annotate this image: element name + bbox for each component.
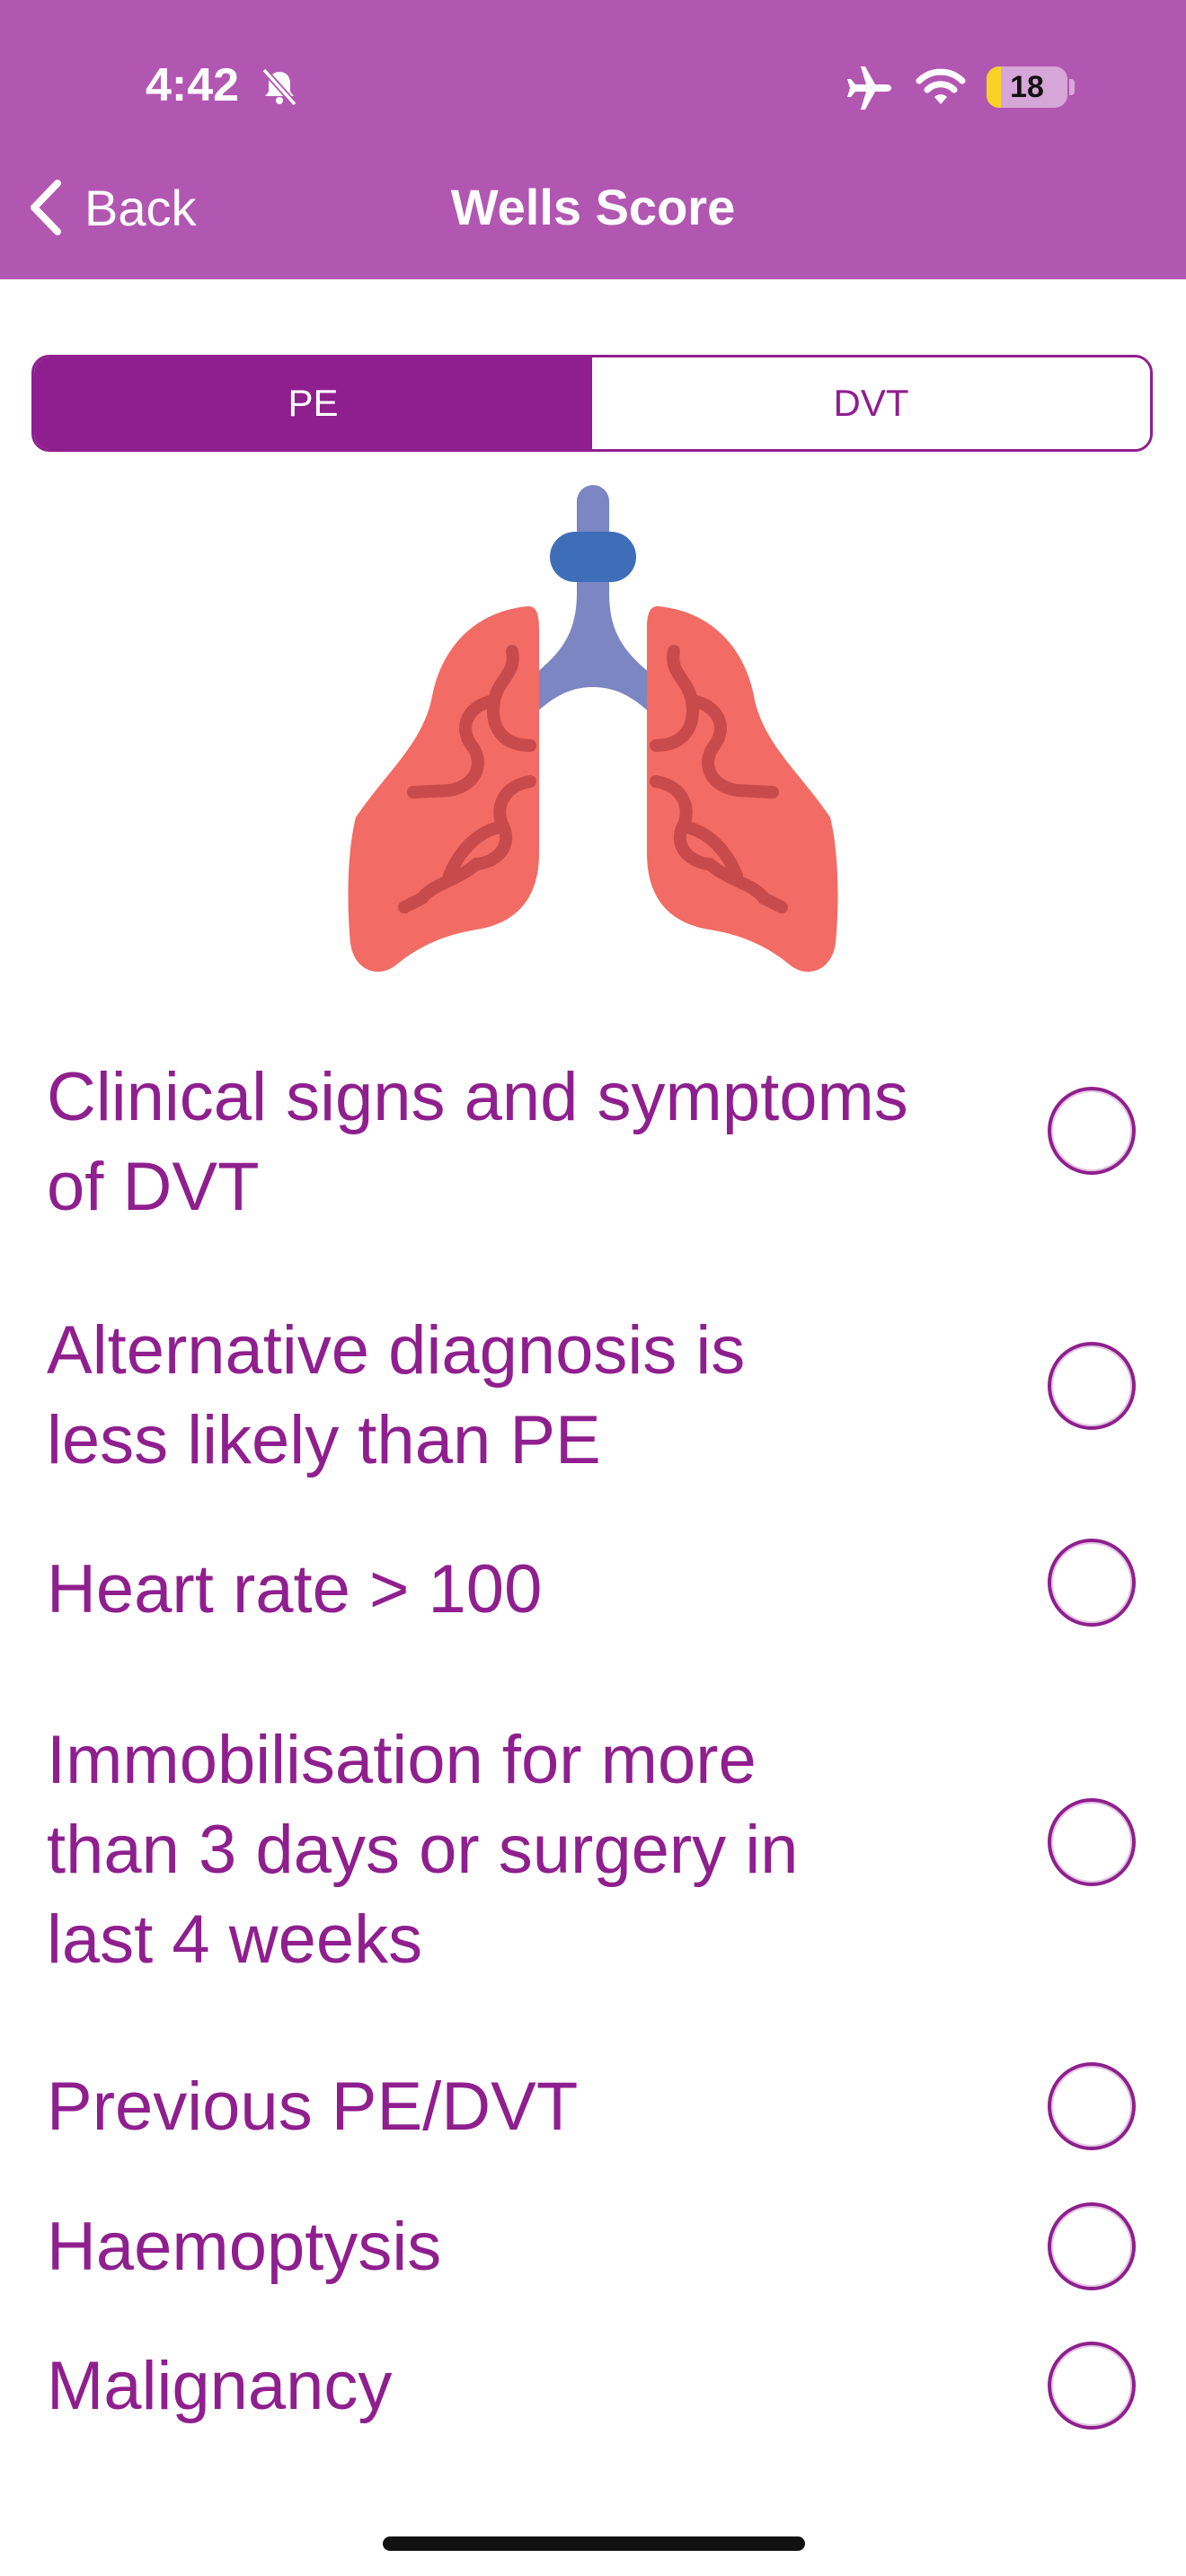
criterion-label: Clinical signs and symptoms of DVT bbox=[47, 1059, 908, 1225]
wifi-icon bbox=[916, 68, 966, 104]
radio-heart-rate[interactable] bbox=[1048, 1539, 1136, 1627]
lungs-icon bbox=[348, 485, 838, 972]
page-title: Wells Score bbox=[450, 179, 736, 235]
bell-slash-icon bbox=[261, 67, 297, 107]
airplane-icon bbox=[847, 66, 891, 110]
segmented-control: PE DVT bbox=[31, 355, 1153, 452]
tab-dvt[interactable]: DVT bbox=[592, 357, 1150, 449]
battery-percent: 18 bbox=[1010, 70, 1044, 104]
criterion-label: Immobilisation for more than 3 days or s… bbox=[47, 1722, 836, 1978]
criterion-label: Haemoptysis bbox=[47, 2209, 442, 2285]
criterion-label: Alternative diagnosis is less likely tha… bbox=[47, 1312, 746, 1478]
criterion-alt-diagnosis: Alternative diagnosis is less likely tha… bbox=[47, 1306, 1152, 1486]
radio-immobilisation[interactable] bbox=[1048, 1798, 1136, 1886]
criterion-immobilisation: Immobilisation for more than 3 days or s… bbox=[47, 1716, 1152, 1985]
radio-haemoptysis[interactable] bbox=[1048, 2202, 1136, 2290]
status-time: 4:42 bbox=[146, 59, 240, 111]
radio-alt-diagnosis[interactable] bbox=[1048, 1342, 1136, 1430]
criterion-haemoptysis: Haemoptysis bbox=[47, 2202, 1152, 2292]
battery-cap bbox=[1069, 79, 1075, 95]
radio-previous-pe-dvt[interactable] bbox=[1048, 2062, 1136, 2150]
tab-pe[interactable]: PE bbox=[34, 357, 592, 449]
criterion-heart-rate: Heart rate > 100 bbox=[47, 1539, 1152, 1635]
nav-header: 4:42 18 Back Wells Score bbox=[0, 0, 1186, 279]
home-indicator bbox=[383, 2536, 805, 2551]
battery-icon: 18 bbox=[987, 66, 1067, 108]
criterion-label: Malignancy bbox=[47, 2348, 393, 2424]
criterion-previous-pe-dvt: Previous PE/DVT bbox=[47, 2062, 1152, 2152]
criterion-label: Heart rate > 100 bbox=[47, 1551, 543, 1628]
radio-malignancy[interactable] bbox=[1048, 2342, 1136, 2430]
criterion-label: Previous PE/DVT bbox=[47, 2069, 579, 2145]
criterion-dvt-signs: Clinical signs and symptoms of DVT bbox=[47, 1053, 1152, 1232]
radio-dvt-signs[interactable] bbox=[1048, 1087, 1136, 1175]
criterion-malignancy: Malignancy bbox=[47, 2342, 1152, 2431]
